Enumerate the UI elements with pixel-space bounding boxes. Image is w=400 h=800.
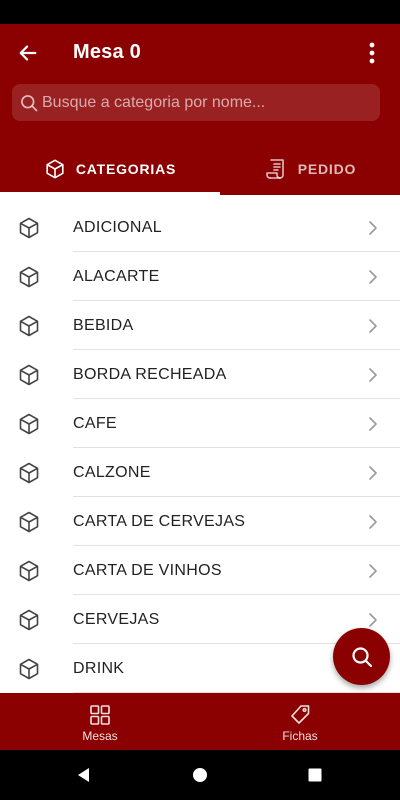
chevron-right-icon	[369, 416, 377, 431]
cube-icon	[19, 658, 39, 679]
cube-icon	[19, 462, 39, 483]
cube-icon	[19, 315, 39, 336]
chevron-right-icon	[369, 612, 377, 627]
nav-fichas[interactable]: Fichas	[200, 693, 400, 750]
chevron-right-icon	[369, 465, 377, 480]
tab-categorias-label: CATEGORIAS	[75, 160, 177, 177]
tab-indicator	[0, 192, 220, 195]
chevron-right-icon	[369, 269, 377, 284]
system-back-button[interactable]	[74, 765, 94, 785]
nav-mesas[interactable]: Mesas	[0, 693, 200, 750]
category-list-item[interactable]: CARTA DE VINHOS	[0, 546, 400, 595]
bottom-navigation: Mesas Fichas	[0, 693, 400, 750]
search-icon	[351, 646, 372, 667]
category-label: CAFE	[73, 414, 117, 432]
chevron-right-icon	[369, 514, 377, 529]
square-recents-icon	[308, 768, 322, 782]
category-label: CERVEJAS	[73, 610, 160, 628]
category-list-item[interactable]: ALACARTE	[0, 252, 400, 301]
cube-icon	[19, 413, 39, 434]
tab-pedido[interactable]: PEDIDO	[220, 142, 400, 195]
category-label: CALZONE	[73, 463, 151, 481]
category-label: ALACARTE	[73, 267, 160, 285]
category-label: BEBIDA	[73, 316, 134, 334]
nav-fichas-label: Fichas	[282, 728, 318, 743]
receipt-icon	[265, 158, 284, 179]
cube-icon	[19, 609, 39, 630]
cube-icon	[19, 364, 39, 385]
tab-categorias[interactable]: CATEGORIAS	[0, 142, 220, 195]
category-list: ADICIONAL ALACARTE BEBIDA BORDA RECHEADA	[0, 203, 400, 693]
grid-icon	[90, 704, 110, 725]
status-bar	[0, 0, 400, 24]
cube-icon	[19, 511, 39, 532]
chevron-right-icon	[369, 318, 377, 333]
nav-mesas-label: Mesas	[82, 728, 118, 743]
arrow-left-icon	[19, 45, 37, 61]
search-box[interactable]	[12, 84, 380, 121]
app-header: Mesa 0 CATEGORIAS PEDIDO	[0, 24, 400, 195]
category-label: ADICIONAL	[73, 218, 162, 236]
cube-icon	[19, 266, 39, 287]
tag-icon	[291, 704, 310, 724]
tab-bar: CATEGORIAS PEDIDO	[0, 142, 400, 195]
search-icon	[18, 92, 40, 114]
chevron-right-icon	[369, 220, 377, 235]
category-list-item[interactable]: CARTA DE CERVEJAS	[0, 497, 400, 546]
tab-pedido-label: PEDIDO	[297, 160, 357, 177]
search-fab-button[interactable]	[333, 628, 390, 685]
toolbar: Mesa 0	[0, 24, 400, 82]
category-label: DRINK	[73, 659, 125, 677]
search-input[interactable]	[40, 84, 380, 121]
system-recents-button[interactable]	[305, 765, 325, 785]
category-list-item[interactable]: CAFE	[0, 399, 400, 448]
category-label: BORDA RECHEADA	[73, 365, 227, 383]
circle-home-icon	[193, 768, 207, 782]
category-list-item[interactable]: ADICIONAL	[0, 203, 400, 252]
cube-icon	[19, 560, 39, 581]
category-label: CARTA DE CERVEJAS	[73, 512, 246, 530]
back-button[interactable]	[8, 33, 48, 73]
chevron-right-icon	[369, 367, 377, 382]
cube-icon	[19, 217, 39, 238]
category-list-item[interactable]: BORDA RECHEADA	[0, 350, 400, 399]
page-title: Mesa 0	[73, 41, 141, 63]
more-options-button[interactable]	[356, 33, 388, 73]
category-list-item[interactable]: BEBIDA	[0, 301, 400, 350]
category-list-item[interactable]: CALZONE	[0, 448, 400, 497]
chevron-right-icon	[369, 563, 377, 578]
system-navigation-bar	[0, 750, 400, 800]
more-vertical-icon	[369, 42, 375, 64]
category-label: CARTA DE VINHOS	[73, 561, 222, 579]
system-home-button[interactable]	[190, 765, 210, 785]
triangle-back-icon	[78, 768, 89, 782]
cube-icon	[46, 158, 64, 179]
